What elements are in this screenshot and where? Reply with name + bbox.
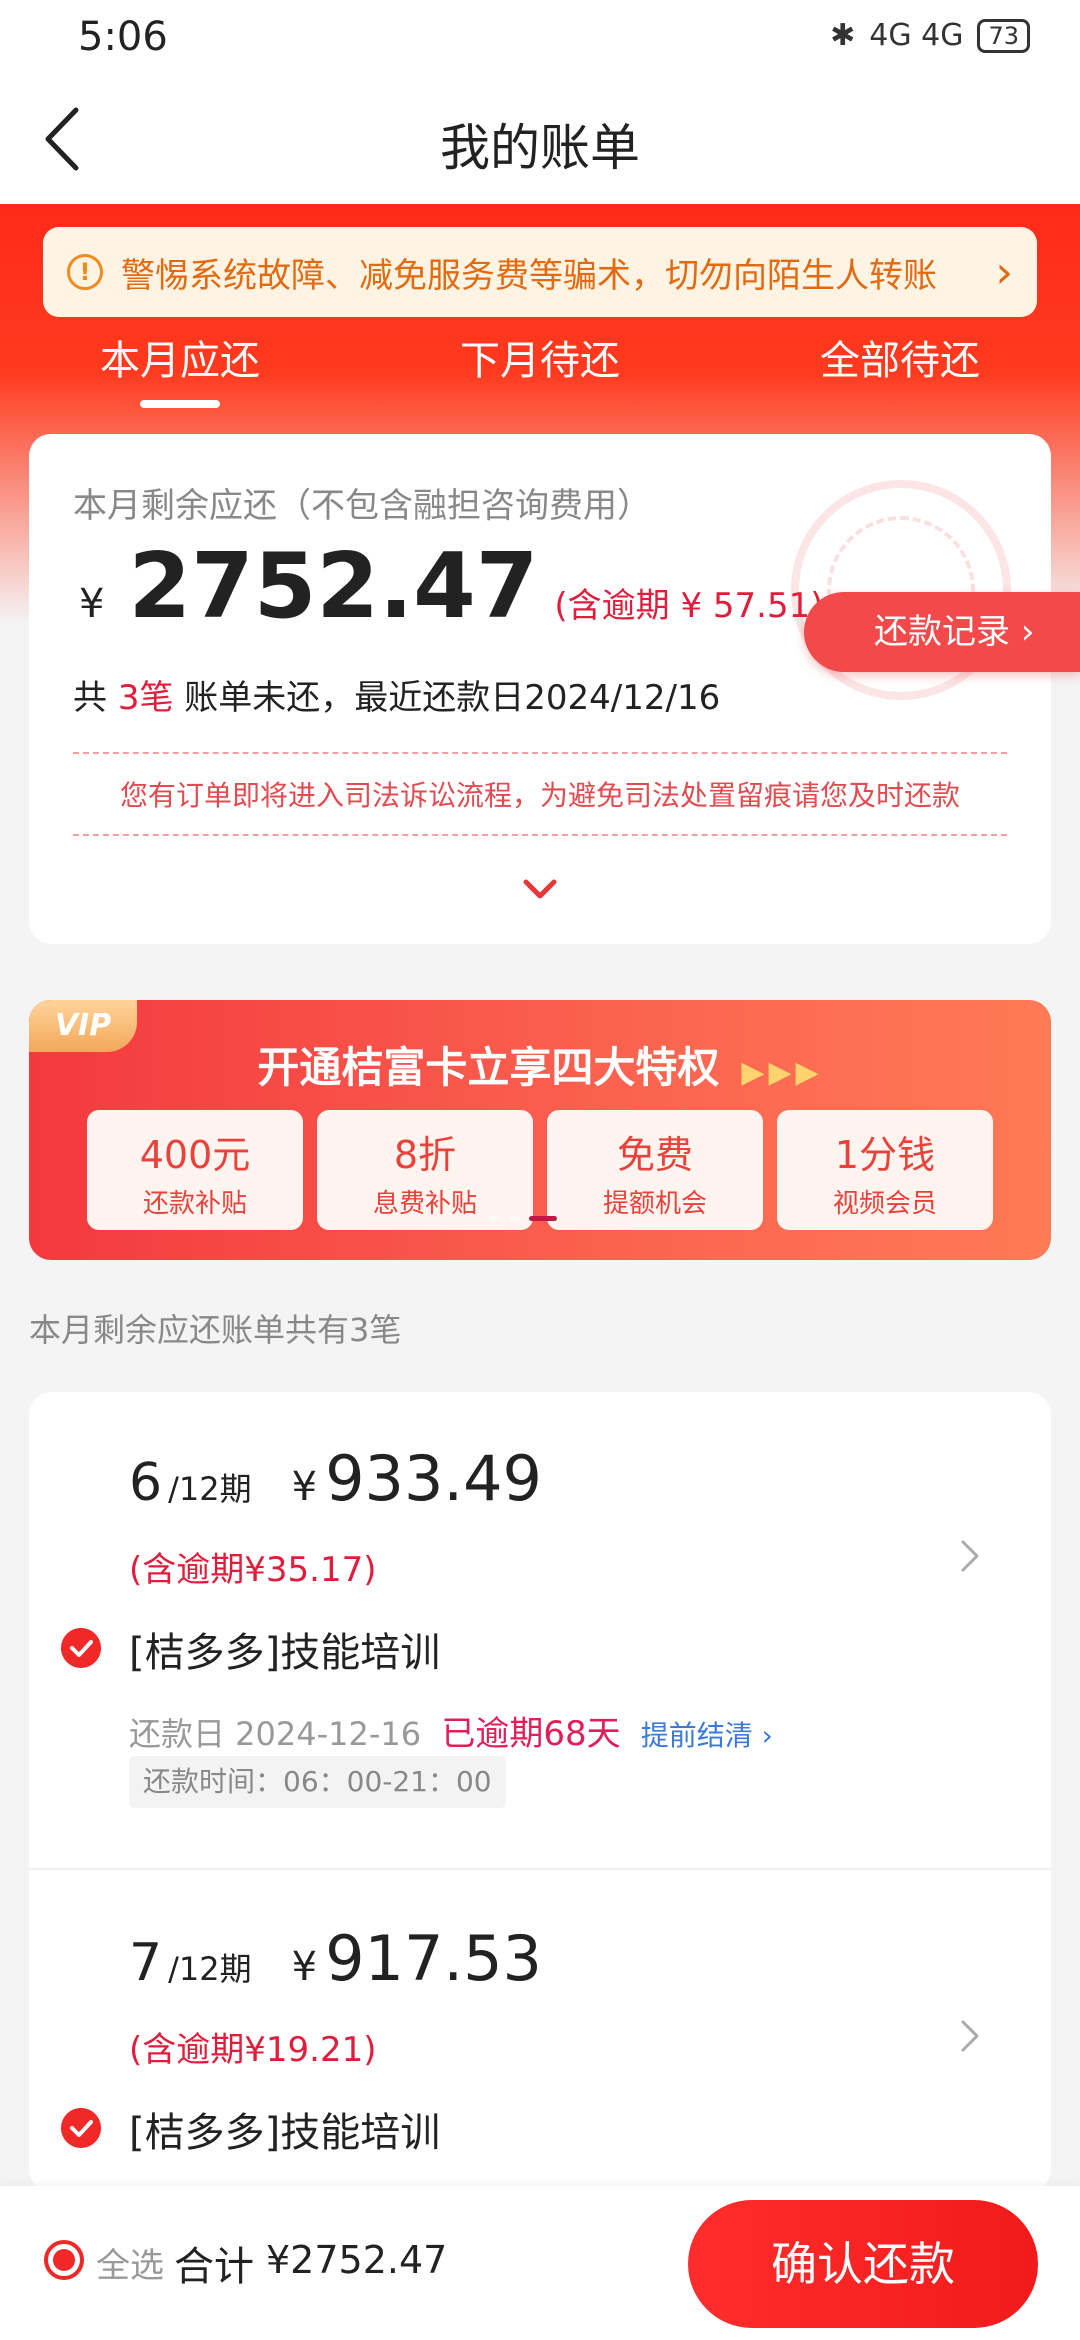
total-label: 合计 bbox=[174, 2244, 254, 2290]
bill-tabs: 本月应还 下月待还 全部待还 bbox=[0, 318, 1080, 408]
divider bbox=[73, 752, 1007, 754]
chevron-right-icon: › bbox=[995, 246, 1013, 298]
carousel-dot-active bbox=[529, 1216, 557, 1221]
bill-count: 3笔 bbox=[117, 678, 174, 718]
bill-amount: 917.53 bbox=[325, 1922, 543, 1995]
divider bbox=[29, 1868, 1051, 1870]
bluetooth-icon: ✱ bbox=[830, 18, 856, 53]
notice-text: 警惕系统故障、减免服务费等骗术，切勿向陌生人转账 bbox=[121, 255, 937, 296]
confirm-repay-button[interactable]: 确认还款 bbox=[688, 2200, 1038, 2328]
carousel-dot bbox=[509, 1216, 521, 1221]
bill-period: 6 /12期 ¥ 933.49 bbox=[129, 1442, 542, 1515]
overdue-amount: (含逾期 ¥ 57.51) bbox=[554, 586, 824, 626]
select-all-label[interactable]: 全选 bbox=[96, 2238, 164, 2287]
detail-suffix: 账单未还，最近还款日2024/12/16 bbox=[173, 678, 721, 718]
bottom-bar: 全选 合计 ¥2752.47 确认还款 bbox=[0, 2186, 1080, 2340]
status-icons: ✱ 4G 4G 73 bbox=[830, 18, 1030, 53]
bill-product-name: [桔多多]技能培训 bbox=[129, 1630, 441, 1676]
perk-card: 400元 还款补贴 bbox=[87, 1110, 303, 1230]
summary-amount: ¥ 2752.47 (含逾期 ¥ 57.51) bbox=[79, 534, 824, 639]
divider bbox=[73, 834, 1007, 836]
network-indicator: 4G 4G bbox=[869, 18, 964, 53]
detail-prefix: 共 bbox=[73, 678, 118, 718]
bill-item[interactable]: 6 /12期 ¥ 933.49 (含逾期¥35.17) [桔多多]技能培训 还款… bbox=[29, 1392, 1051, 1862]
vip-perks: 400元 还款补贴 8折 息费补贴 免费 提额机会 1分钱 视频会员 bbox=[87, 1110, 993, 1230]
vip-title-text: 开通桔富卡立享四大特权 bbox=[257, 1043, 720, 1092]
tab-all-pending[interactable]: 全部待还 bbox=[720, 318, 1080, 408]
total-due-amount: 2752.47 bbox=[128, 534, 539, 639]
currency-symbol: ¥ bbox=[291, 1464, 318, 1510]
vip-title: 开通桔富卡立享四大特权 ▶▶▶ bbox=[29, 1034, 1051, 1095]
bill-item[interactable]: 7 /12期 ¥ 917.53 (含逾期¥19.21) [桔多多]技能培训 bbox=[29, 1872, 1051, 2192]
status-time: 5:06 bbox=[78, 14, 168, 60]
page-title: 我的账单 bbox=[440, 119, 640, 177]
perk-sub: 还款补贴 bbox=[142, 1189, 247, 1219]
perk-sub: 提额机会 bbox=[602, 1189, 707, 1219]
perk-card: 8折 息费补贴 bbox=[317, 1110, 533, 1230]
bill-period: 7 /12期 ¥ 917.53 bbox=[129, 1922, 542, 1995]
tab-next-month[interactable]: 下月待还 bbox=[360, 318, 720, 408]
bill-product-name: [桔多多]技能培训 bbox=[129, 2110, 441, 2156]
currency-symbol: ¥ bbox=[291, 1944, 318, 1990]
summary-detail: 共 3笔 账单未还，最近还款日2024/12/16 bbox=[73, 670, 720, 719]
vip-banner[interactable]: VIP 开通桔富卡立享四大特权 ▶▶▶ 400元 还款补贴 8折 息费补贴 免费 … bbox=[29, 1000, 1051, 1260]
total-amount: ¥2752.47 bbox=[266, 2238, 448, 2282]
summary-card: 本月剩余应还（不包含融担咨询费用） ¥ 2752.47 (含逾期 ¥ 57.51… bbox=[29, 434, 1051, 944]
period-total: /12期 bbox=[168, 1470, 252, 1508]
bill-overdue: (含逾期¥19.21) bbox=[129, 2030, 377, 2070]
perk-main: 8折 bbox=[393, 1133, 457, 1177]
summary-label: 本月剩余应还（不包含融担咨询费用） bbox=[73, 486, 651, 526]
select-all-radio[interactable] bbox=[44, 2240, 84, 2280]
fraud-notice-banner[interactable]: ! 警惕系统故障、减免服务费等骗术，切勿向陌生人转账 › bbox=[43, 227, 1037, 317]
bill-overdue: (含逾期¥35.17) bbox=[129, 1550, 377, 1590]
currency-symbol: ¥ bbox=[79, 581, 105, 627]
tab-this-month[interactable]: 本月应还 bbox=[0, 318, 360, 408]
early-settle-link[interactable]: 提前结清 › bbox=[641, 1719, 773, 1752]
carousel-dots bbox=[489, 1216, 557, 1221]
perk-sub: 视频会员 bbox=[832, 1189, 937, 1219]
bill-list-caption: 本月剩余应还账单共有3笔 bbox=[29, 1311, 402, 1349]
perk-main: 400元 bbox=[139, 1133, 251, 1177]
battery-indicator: 73 bbox=[977, 18, 1030, 53]
carousel-dot bbox=[489, 1216, 501, 1221]
period-number: 6 bbox=[129, 1453, 163, 1513]
chevron-right-icon[interactable] bbox=[959, 2018, 981, 2054]
check-circle-icon[interactable] bbox=[61, 2108, 101, 2148]
due-date: 还款日 2024-12-16 bbox=[129, 1715, 422, 1753]
chevron-right-icon: › bbox=[1020, 612, 1035, 652]
period-number: 7 bbox=[129, 1933, 163, 1993]
bill-amount: 933.49 bbox=[325, 1442, 543, 1515]
repay-time-window: 还款时间：06：00-21：00 bbox=[129, 1756, 506, 1808]
triple-arrow-icon: ▶▶▶ bbox=[741, 1055, 823, 1090]
early-settle-label: 提前结清 bbox=[640, 1719, 753, 1752]
perk-sub: 息费补贴 bbox=[372, 1189, 477, 1219]
record-label: 还款记录 bbox=[874, 612, 1010, 652]
check-circle-icon[interactable] bbox=[61, 1628, 101, 1668]
perk-main: 1分钱 bbox=[834, 1133, 936, 1177]
warning-icon: ! bbox=[67, 254, 103, 290]
perk-main: 免费 bbox=[616, 1133, 693, 1177]
perk-card: 免费 提额机会 bbox=[547, 1110, 763, 1230]
perk-card: 1分钱 视频会员 bbox=[777, 1110, 993, 1230]
bill-due-info: 还款日 2024-12-16 已逾期68天 提前结清 › bbox=[129, 1706, 773, 1755]
bill-list: 6 /12期 ¥ 933.49 (含逾期¥35.17) [桔多多]技能培训 还款… bbox=[29, 1392, 1051, 2192]
overdue-days: 已逾期68天 bbox=[441, 1714, 621, 1754]
period-total: /12期 bbox=[168, 1950, 252, 1988]
legal-notice: 您有订单即将进入司法诉讼流程，为避免司法处置留痕请您及时还款 bbox=[119, 779, 960, 812]
chevron-right-icon[interactable] bbox=[959, 1538, 981, 1574]
chevron-down-icon[interactable] bbox=[520, 874, 560, 904]
repayment-record-button[interactable]: 还款记录 › bbox=[804, 592, 1080, 672]
